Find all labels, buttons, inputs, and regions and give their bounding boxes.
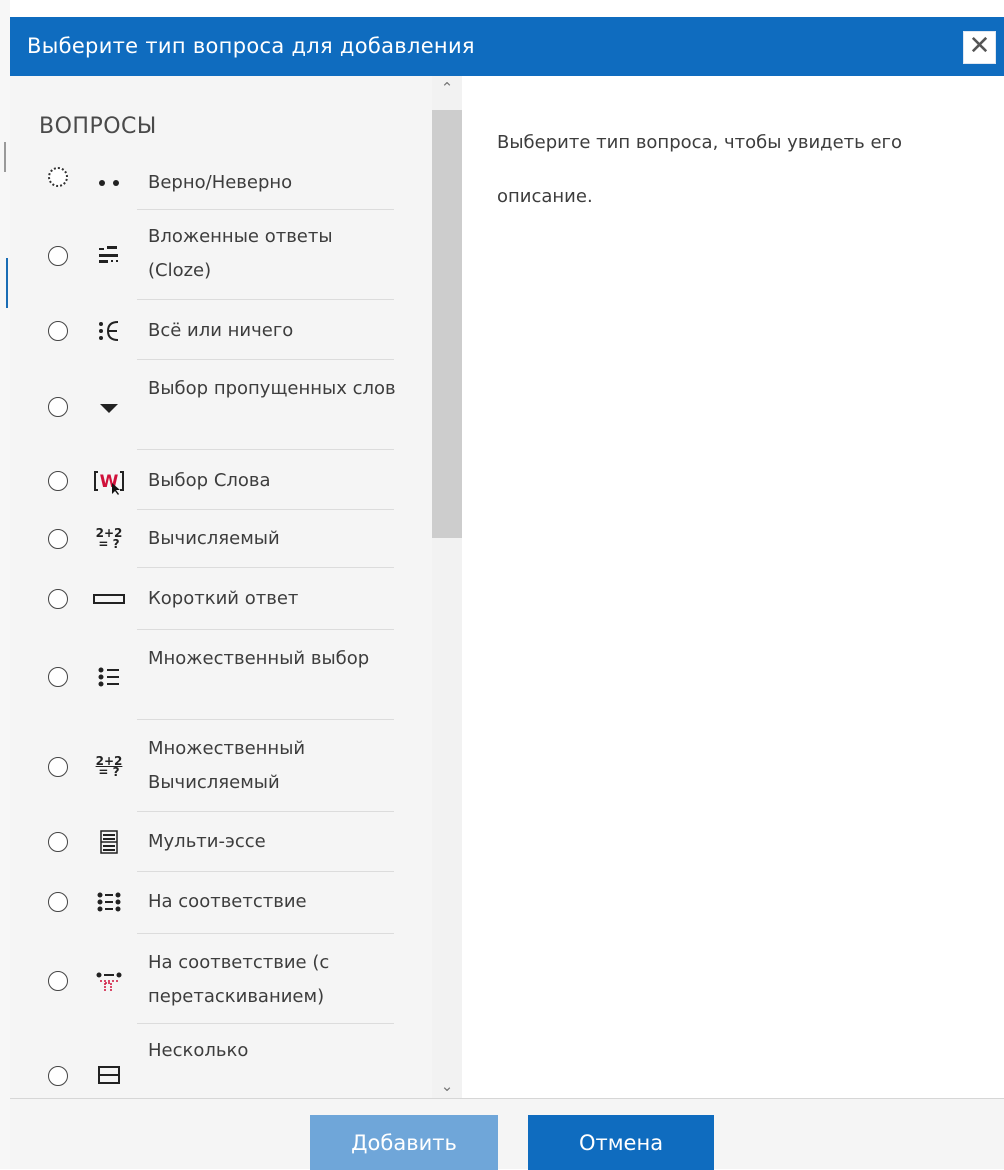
dialog-footer: Добавить Отмена [10,1098,1004,1170]
list-item-gapselect[interactable]: Выбор пропущенных слов [10,360,432,450]
list-item-label: Мульти-эссе [148,831,266,852]
all-or-nothing-icon [92,314,126,348]
radio-calculated-multi[interactable] [48,757,68,777]
list-item-multi-essay[interactable]: Мульти-эссе [10,812,432,872]
list-item-label: Вычисляемый [148,528,280,549]
list-item-calculated[interactable]: 2+2 = ? Вычисляемый [10,510,432,568]
question-type-list: Верно/Неверно Вложенные ответы (Cloze) В… [10,156,432,1094]
page-background-edge [0,0,10,1169]
cloze-icon [92,239,126,273]
list-item-label: Вложенные ответы (Cloze) [148,226,333,281]
list-item-label: Выбор Слова [148,470,271,491]
list-item-label: Несколько [148,1040,249,1061]
multichoice-icon [92,660,126,694]
calculated-multi-icon: 2+2 = ? [95,754,123,779]
calculated-icon: 2+2 = ? [95,526,123,551]
radio-multiple[interactable] [48,1066,68,1086]
section-title: ВОПРОСЫ [39,114,157,139]
list-item-drag-matching[interactable]: На соответствие (с перетаскиванием) [10,934,432,1024]
dialog-title: Выберите тип вопроса для добавления [27,34,475,58]
list-item-label: На соответствие (с перетаскиванием) [148,952,330,1007]
list-item-word-select[interactable]: W Выбор Слова [10,450,432,510]
scroll-up-button[interactable]: ⌃ [432,76,462,100]
radio-gapselect[interactable] [48,397,68,417]
true-false-icon [92,166,126,200]
dropdown-triangle-icon [92,391,126,425]
list-item-multichoice[interactable]: Множественный выбор [10,630,432,720]
word-select-icon: W [92,465,126,499]
cancel-button[interactable]: Отмена [528,1115,714,1170]
list-item-true-false[interactable]: Верно/Неверно [10,156,432,210]
list-item-all-or-nothing[interactable]: Всё или ничего [10,300,432,360]
list-item-label: Всё или ничего [148,320,294,341]
radio-true-false[interactable] [48,167,68,187]
list-item-label: Верно/Неверно [148,172,293,193]
multi-essay-icon [92,825,126,859]
scroll-thumb[interactable] [432,110,462,538]
radio-matching[interactable] [48,892,68,912]
radio-drag-matching[interactable] [48,971,68,991]
list-item-label: Множественный выбор [148,648,370,669]
list-item-label: Множественный Вычисляемый [148,738,306,793]
dialog-header: Выберите тип вопроса для добавления ✕ [10,17,1004,76]
background-mark-blue [6,258,8,308]
list-item-multiple[interactable]: Несколько [10,1024,432,1094]
radio-multichoice[interactable] [48,667,68,687]
matching-icon [92,885,126,919]
list-item-label: На соответствие [148,891,307,912]
radio-all-or-nothing[interactable] [48,321,68,341]
list-item-calculated-multi[interactable]: 2+2 = ? Множественный Вычисляемый [10,720,432,812]
multiple-icon [92,1058,126,1092]
scroll-down-button[interactable]: ⌄ [432,1074,462,1098]
question-type-description: Выберите тип вопроса, чтобы увидеть его … [497,132,903,207]
list-item-short-answer[interactable]: Короткий ответ [10,568,432,630]
background-mark [4,142,6,172]
close-button[interactable]: ✕ [963,31,996,64]
radio-short-answer[interactable] [48,589,68,609]
question-type-list-panel: ВОПРОСЫ Верно/Неверно Вложенные ответы (… [10,76,432,1098]
list-item-label: Короткий ответ [148,588,299,609]
drag-matching-icon [92,964,126,998]
radio-multi-essay[interactable] [48,832,68,852]
list-item-label: Выбор пропущенных слов [148,378,396,399]
list-scrollbar[interactable]: ⌃ ⌄ [432,76,462,1098]
list-item-cloze[interactable]: Вложенные ответы (Cloze) [10,210,432,300]
description-panel: Выберите тип вопроса, чтобы увидеть его … [462,76,1004,1098]
list-item-matching[interactable]: На соответствие [10,872,432,934]
radio-calculated[interactable] [48,529,68,549]
radio-word-select[interactable] [48,471,68,491]
close-icon: ✕ [968,31,991,61]
short-answer-icon [92,582,126,616]
add-button[interactable]: Добавить [310,1115,498,1170]
radio-cloze[interactable] [48,246,68,266]
